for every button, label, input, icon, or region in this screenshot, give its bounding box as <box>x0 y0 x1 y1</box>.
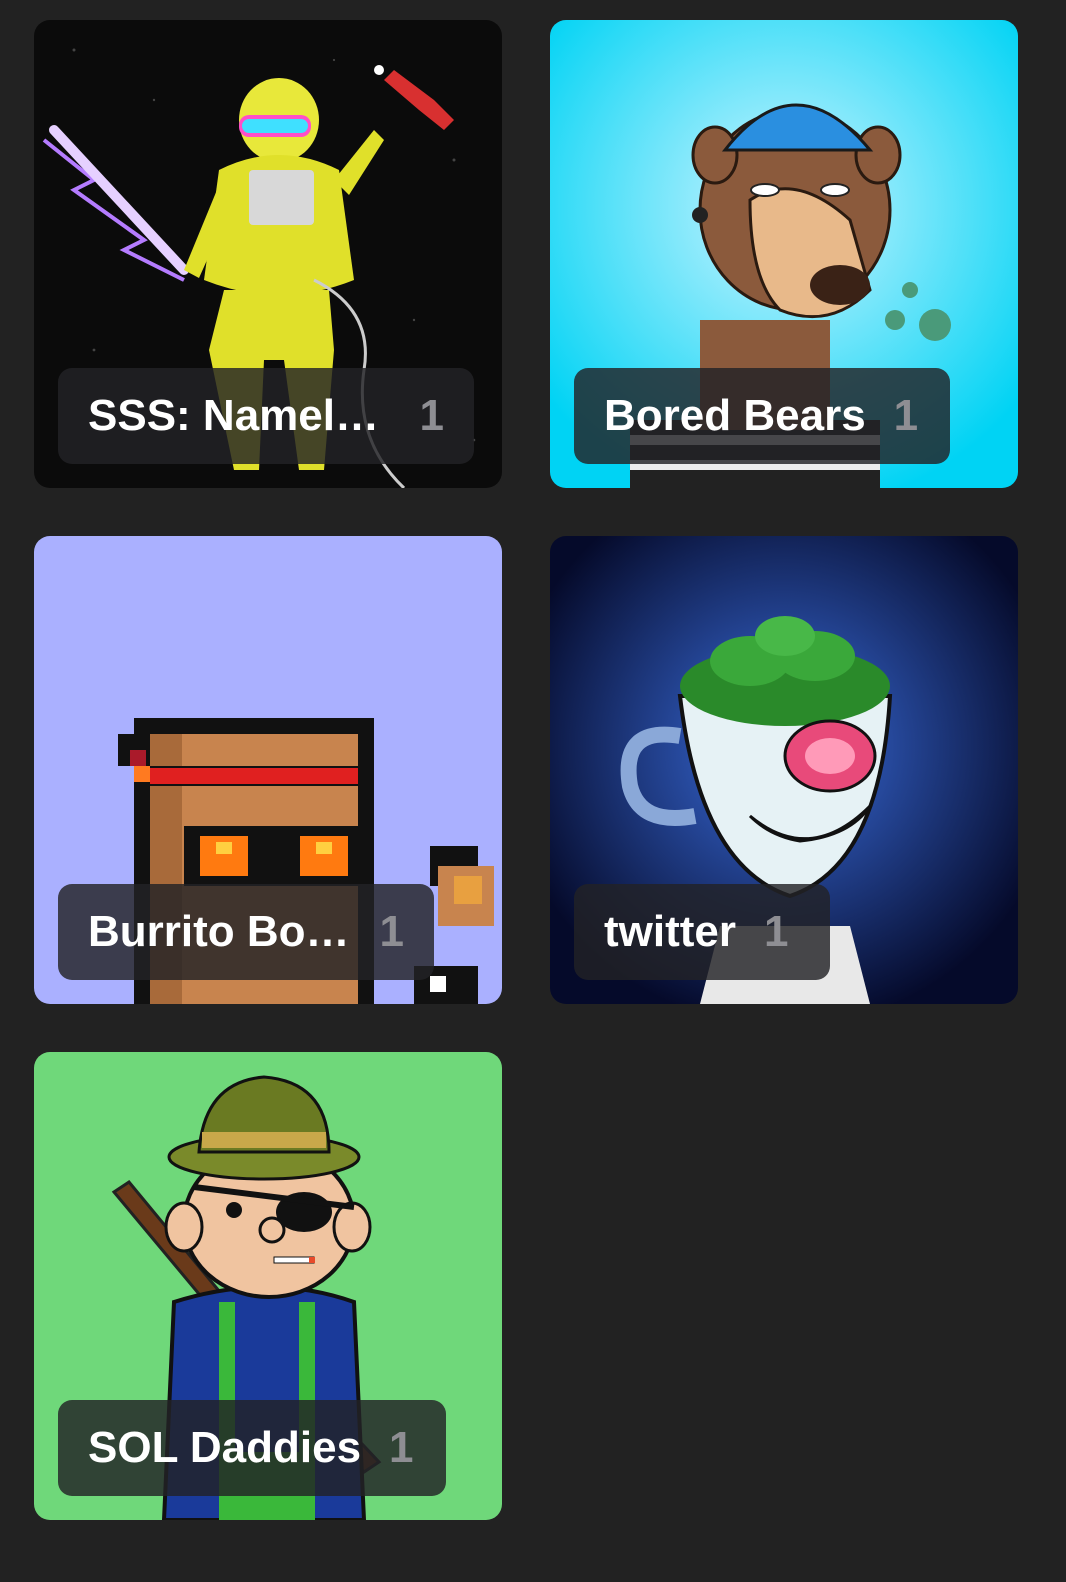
collection-count: 1 <box>419 391 444 440</box>
collection-name: Bored Bears <box>604 391 866 440</box>
collections-grid: SSS: Namele... 1 Bored Bears 1 Burrito B… <box>34 20 1018 1520</box>
collection-name: SOL Daddies <box>88 1423 362 1472</box>
collection-count: 1 <box>893 391 919 440</box>
collection-card[interactable]: SOL Daddies 1 <box>34 1052 502 1520</box>
collection-card[interactable]: Bored Bears 1 <box>550 20 1018 488</box>
collection-label: twitter 1 <box>574 884 830 980</box>
collection-card[interactable]: Burrito Boyz 1 <box>34 536 502 1004</box>
collection-name: SSS: Namele... <box>88 391 392 440</box>
collection-name: twitter <box>604 907 736 956</box>
collection-count: 1 <box>379 907 404 956</box>
collection-label: Bored Bears 1 <box>574 368 950 464</box>
collection-label: Burrito Boyz 1 <box>58 884 434 980</box>
collection-count: 1 <box>389 1423 414 1472</box>
collection-label: SSS: Namele... 1 <box>58 368 474 464</box>
collection-count: 1 <box>764 907 789 956</box>
collection-card[interactable]: twitter 1 <box>550 536 1018 1004</box>
collection-name: Burrito Boyz <box>88 907 352 956</box>
collection-label: SOL Daddies 1 <box>58 1400 446 1496</box>
collection-card[interactable]: SSS: Namele... 1 <box>34 20 502 488</box>
